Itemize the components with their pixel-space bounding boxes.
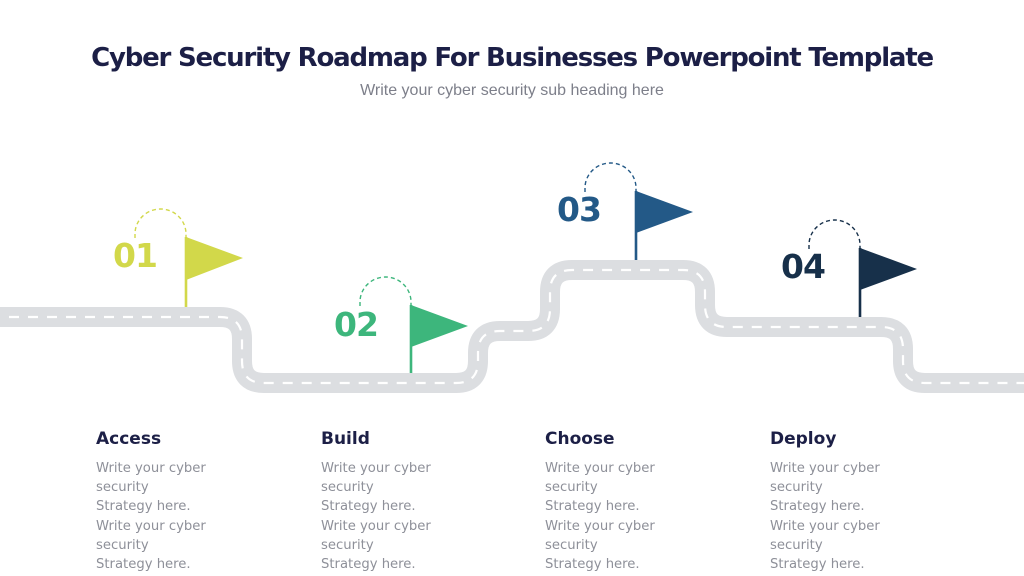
- desc-line: Strategy here.: [545, 499, 640, 515]
- flag-icon: [636, 191, 693, 233]
- desc-line: security: [770, 480, 823, 496]
- desc-line: security: [545, 480, 598, 496]
- desc-line: security: [545, 537, 598, 553]
- dashed-arc-03: [584, 162, 637, 192]
- milestone-card-choose: Choose Write your cyber security Strateg…: [545, 428, 745, 574]
- desc-line: Strategy here.: [545, 557, 640, 573]
- milestone-card-build: Build Write your cyber security Strategy…: [321, 428, 521, 574]
- desc-line: Write your cyber: [545, 518, 655, 534]
- milestone-description: Write your cyber security Strategy here.…: [321, 459, 439, 574]
- milestone-number-01: 01: [113, 236, 158, 275]
- desc-line: security: [96, 480, 149, 496]
- flag-icon: [860, 248, 917, 290]
- milestone-number-02: 02: [334, 305, 379, 344]
- desc-line: Strategy here.: [770, 499, 865, 515]
- desc-line: Write your cyber: [321, 518, 431, 534]
- milestone-number-03: 03: [557, 190, 602, 229]
- dashed-arc-01: [134, 208, 187, 238]
- milestone-04-flag: [808, 219, 917, 317]
- desc-line: Write your cyber: [321, 461, 431, 476]
- milestone-description: Write your cyber security Strategy here.…: [96, 459, 214, 574]
- milestone-card-deploy: Deploy Write your cyber security Strateg…: [770, 428, 970, 574]
- desc-line: Write your cyber: [770, 518, 880, 534]
- desc-line: security: [321, 537, 374, 553]
- dashed-arc-02: [359, 276, 412, 306]
- desc-line: Strategy here.: [96, 557, 191, 573]
- milestone-03-flag: [584, 162, 693, 260]
- desc-line: Strategy here.: [96, 499, 191, 515]
- flag-icon: [186, 237, 243, 280]
- desc-line: Write your cyber: [770, 461, 880, 476]
- desc-line: Write your cyber: [545, 461, 655, 476]
- milestone-card-access: Access Write your cyber security Strateg…: [96, 428, 296, 574]
- milestone-number-04: 04: [781, 247, 826, 286]
- milestone-heading: Access: [96, 429, 162, 449]
- dashed-arc-04: [808, 219, 861, 249]
- desc-line: Strategy here.: [770, 557, 865, 573]
- flag-icon: [411, 305, 468, 347]
- desc-line: security: [770, 537, 823, 553]
- milestone-heading: Deploy: [770, 429, 837, 449]
- desc-line: Write your cyber: [96, 461, 206, 476]
- desc-line: security: [96, 537, 149, 553]
- desc-line: Write your cyber: [96, 518, 206, 534]
- milestone-description: Write your cyber security Strategy here.…: [770, 459, 888, 574]
- milestone-description: Write your cyber security Strategy here.…: [545, 459, 663, 574]
- milestone-heading: Build: [321, 429, 370, 449]
- desc-line: Strategy here.: [321, 557, 416, 573]
- desc-line: Strategy here.: [321, 499, 416, 515]
- milestone-heading: Choose: [545, 429, 615, 449]
- desc-line: security: [321, 480, 374, 496]
